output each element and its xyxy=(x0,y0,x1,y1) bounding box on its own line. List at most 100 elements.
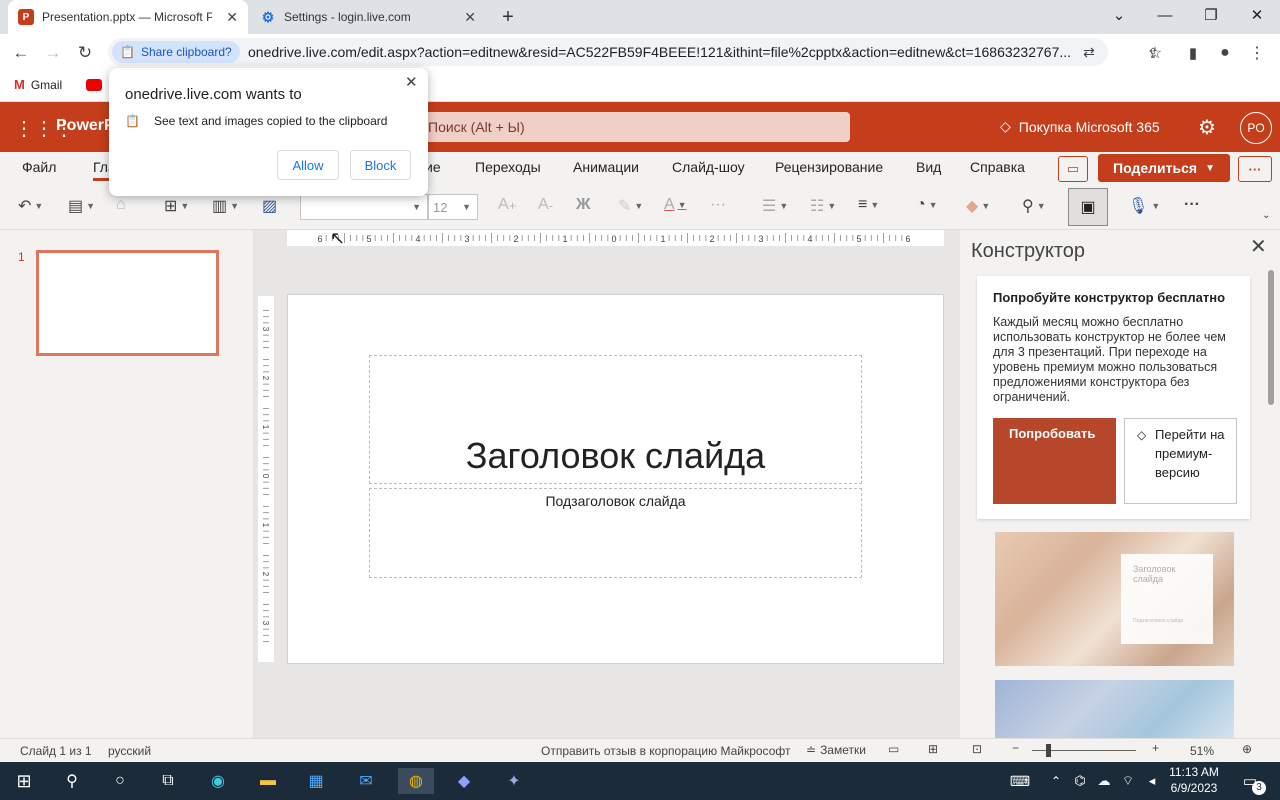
tab-view[interactable]: Вид xyxy=(916,159,941,175)
undo-icon[interactable]: ↶ ▼ xyxy=(18,196,43,216)
restore-icon[interactable]: ❐ xyxy=(1188,0,1234,30)
fill-icon[interactable]: ◆ ▼ xyxy=(966,196,990,216)
bookmark-star-icon[interactable]: ☆ xyxy=(1142,40,1168,66)
close-pane-icon[interactable]: ✕ xyxy=(1250,234,1267,259)
feedback-link[interactable]: Отправить отзыв в корпорацию Майкрософт xyxy=(541,744,790,758)
zoom-slider-thumb[interactable] xyxy=(1046,744,1051,757)
language[interactable]: русский xyxy=(108,744,151,758)
block-button[interactable]: Block xyxy=(350,150,411,180)
tab-transitions[interactable]: Переходы xyxy=(475,159,541,175)
align-icon[interactable]: ≡ ▼ xyxy=(858,196,879,214)
new-slide-icon[interactable]: ⊞ ▼ xyxy=(164,196,189,216)
task-view-icon[interactable]: ⧉ xyxy=(154,768,182,794)
layout-icon[interactable]: ▥ ▼ xyxy=(212,196,239,216)
store-icon[interactable]: ▦ xyxy=(302,768,330,794)
tab-close-icon[interactable]: ✕ xyxy=(226,9,238,26)
font-shrink-icon[interactable]: A- xyxy=(538,196,553,214)
profile-icon[interactable]: ● xyxy=(1212,40,1238,66)
more-options-icon[interactable]: ··· xyxy=(1238,156,1272,182)
app-icon[interactable]: ◆ xyxy=(450,768,478,794)
sorter-view-icon[interactable]: ⊞ xyxy=(928,742,938,756)
comments-icon[interactable]: ▭ xyxy=(1058,156,1088,182)
tab-close-icon[interactable]: ✕ xyxy=(464,9,476,26)
translate-icon[interactable]: ⇄ xyxy=(1076,39,1102,65)
forward-arrow-icon[interactable]: → xyxy=(40,40,66,66)
tab-review[interactable]: Рецензирование xyxy=(775,159,883,175)
sidebar-icon[interactable]: ▮ xyxy=(1180,40,1206,66)
picture-icon[interactable]: ▨ xyxy=(262,196,277,216)
tab-animations[interactable]: Анимации xyxy=(573,159,639,175)
font-color-icon[interactable]: A ▼ xyxy=(664,196,687,214)
designer-icon[interactable]: ▣ xyxy=(1068,188,1108,226)
windows-start-icon[interactable]: ⊞ xyxy=(10,768,38,794)
allow-button[interactable]: Allow xyxy=(277,150,339,180)
shapes-icon[interactable]: ◔ ▼ xyxy=(916,196,938,214)
volume-icon[interactable]: ◂ xyxy=(1138,768,1166,794)
more-font-icon[interactable]: ··· xyxy=(710,196,726,214)
tab-presentation[interactable]: P Presentation.pptx — Microsoft P ✕ xyxy=(8,0,248,34)
new-tab-plus-icon[interactable]: + xyxy=(494,4,522,30)
zoom-out-icon[interactable]: − xyxy=(1012,741,1019,755)
tab-title: Settings - login.live.com xyxy=(284,10,411,24)
zoom-level[interactable]: 51% xyxy=(1190,744,1214,758)
ribbon-expand-chevron-icon[interactable]: ⌄ xyxy=(1262,210,1270,221)
settings-gear-icon[interactable]: ⚙ xyxy=(1198,115,1216,140)
font-grow-icon[interactable]: A + xyxy=(498,196,516,214)
highlight-icon[interactable]: ✎ ▼ xyxy=(618,196,643,216)
tab-slideshow[interactable]: Слайд-шоу xyxy=(672,159,745,175)
font-size-select[interactable]: 12 ▼ xyxy=(428,194,478,220)
file-explorer-icon[interactable]: ▬ xyxy=(254,768,282,794)
slide[interactable]: Заголовок слайда Подзаголовок слайда xyxy=(287,294,944,664)
back-arrow-icon[interactable]: ← xyxy=(8,40,34,66)
bold-icon[interactable]: Ж xyxy=(576,196,590,214)
minimize-icon[interactable]: — xyxy=(1142,0,1188,30)
share-button[interactable]: Поделиться ▼ xyxy=(1098,154,1230,182)
reading-view-icon[interactable]: ⊡ xyxy=(972,742,982,756)
youtube-icon[interactable] xyxy=(86,79,102,91)
dictate-mic-icon[interactable]: 🎙 ▼ xyxy=(1128,196,1160,216)
find-icon[interactable]: ⚲ ▼ xyxy=(1022,196,1046,216)
cortana-icon[interactable]: ○ xyxy=(106,768,134,794)
numbering-icon[interactable]: ☷ ▼ xyxy=(810,196,836,216)
buy-microsoft365-link[interactable]: ◇ Покупка Microsoft 365 xyxy=(1000,118,1160,135)
avatar[interactable]: PO xyxy=(1240,112,1272,144)
slide-thumbnail[interactable] xyxy=(36,250,219,356)
format-painter-icon[interactable]: ⌂ xyxy=(116,196,126,214)
zoom-in-icon[interactable]: + xyxy=(1152,741,1159,755)
popup-close-icon[interactable]: ✕ xyxy=(405,73,418,91)
chrome-icon[interactable]: ◍ xyxy=(398,768,434,794)
design-suggestion-blue[interactable] xyxy=(995,680,1234,738)
try-button[interactable]: Попробовать xyxy=(993,418,1116,504)
bookmark-gmail[interactable]: M Gmail xyxy=(14,77,62,92)
address-bar[interactable]: 📋 Share clipboard? onedrive.live.com/edi… xyxy=(108,38,1108,66)
search-icon[interactable]: ⚲ xyxy=(58,768,86,794)
app2-icon[interactable]: ✦ xyxy=(500,768,528,794)
font-family-select[interactable]: ▼ xyxy=(300,194,428,220)
subtitle-placeholder[interactable]: Подзаголовок слайда xyxy=(369,488,862,578)
bullets-icon[interactable]: ☰ ▼ xyxy=(762,196,788,216)
tab-help[interactable]: Справка xyxy=(970,159,1025,175)
menu-dots-icon[interactable]: ⋮ xyxy=(1244,40,1270,66)
paste-icon[interactable]: ▤ ▼ xyxy=(68,196,95,216)
bookmark-label: Gmail xyxy=(30,77,63,92)
clock[interactable]: 11:13 AM 6/9/2023 xyxy=(1166,764,1222,796)
go-premium-button[interactable]: ◇ Перейти на премиум-версию xyxy=(1124,418,1237,504)
search-input[interactable]: Поиск (Alt + Ы) xyxy=(418,112,850,142)
edge-icon[interactable]: ◉ xyxy=(204,768,232,794)
reload-icon[interactable]: ↻ xyxy=(72,40,98,66)
tab-settings[interactable]: ⚙ Settings - login.live.com ✕ xyxy=(250,0,486,34)
normal-view-icon[interactable]: ▭ xyxy=(888,742,899,756)
tab-search-chevron-icon[interactable]: ⌄ xyxy=(1096,0,1142,30)
design-suggestion-marble[interactable]: Заголовок слайда Подзаголовок слайда xyxy=(995,532,1234,666)
url-text[interactable]: onedrive.live.com/edit.aspx?action=editn… xyxy=(248,44,1078,60)
mail-icon[interactable]: ✉ xyxy=(352,768,380,794)
pane-scrollbar[interactable] xyxy=(1268,270,1274,405)
notes-button[interactable]: ≐ Заметки xyxy=(806,743,866,757)
tab-file[interactable]: Файл xyxy=(22,159,56,175)
keyboard-icon[interactable]: ⌨ xyxy=(1006,768,1034,794)
window-close-icon[interactable]: ✕ xyxy=(1234,0,1280,30)
title-placeholder[interactable]: Заголовок слайда xyxy=(369,355,862,484)
ribbon-more-icon[interactable]: ··· xyxy=(1184,196,1200,214)
share-clipboard-chip[interactable]: 📋 Share clipboard? xyxy=(112,41,240,63)
fit-slide-icon[interactable]: ⊕ xyxy=(1242,742,1252,756)
